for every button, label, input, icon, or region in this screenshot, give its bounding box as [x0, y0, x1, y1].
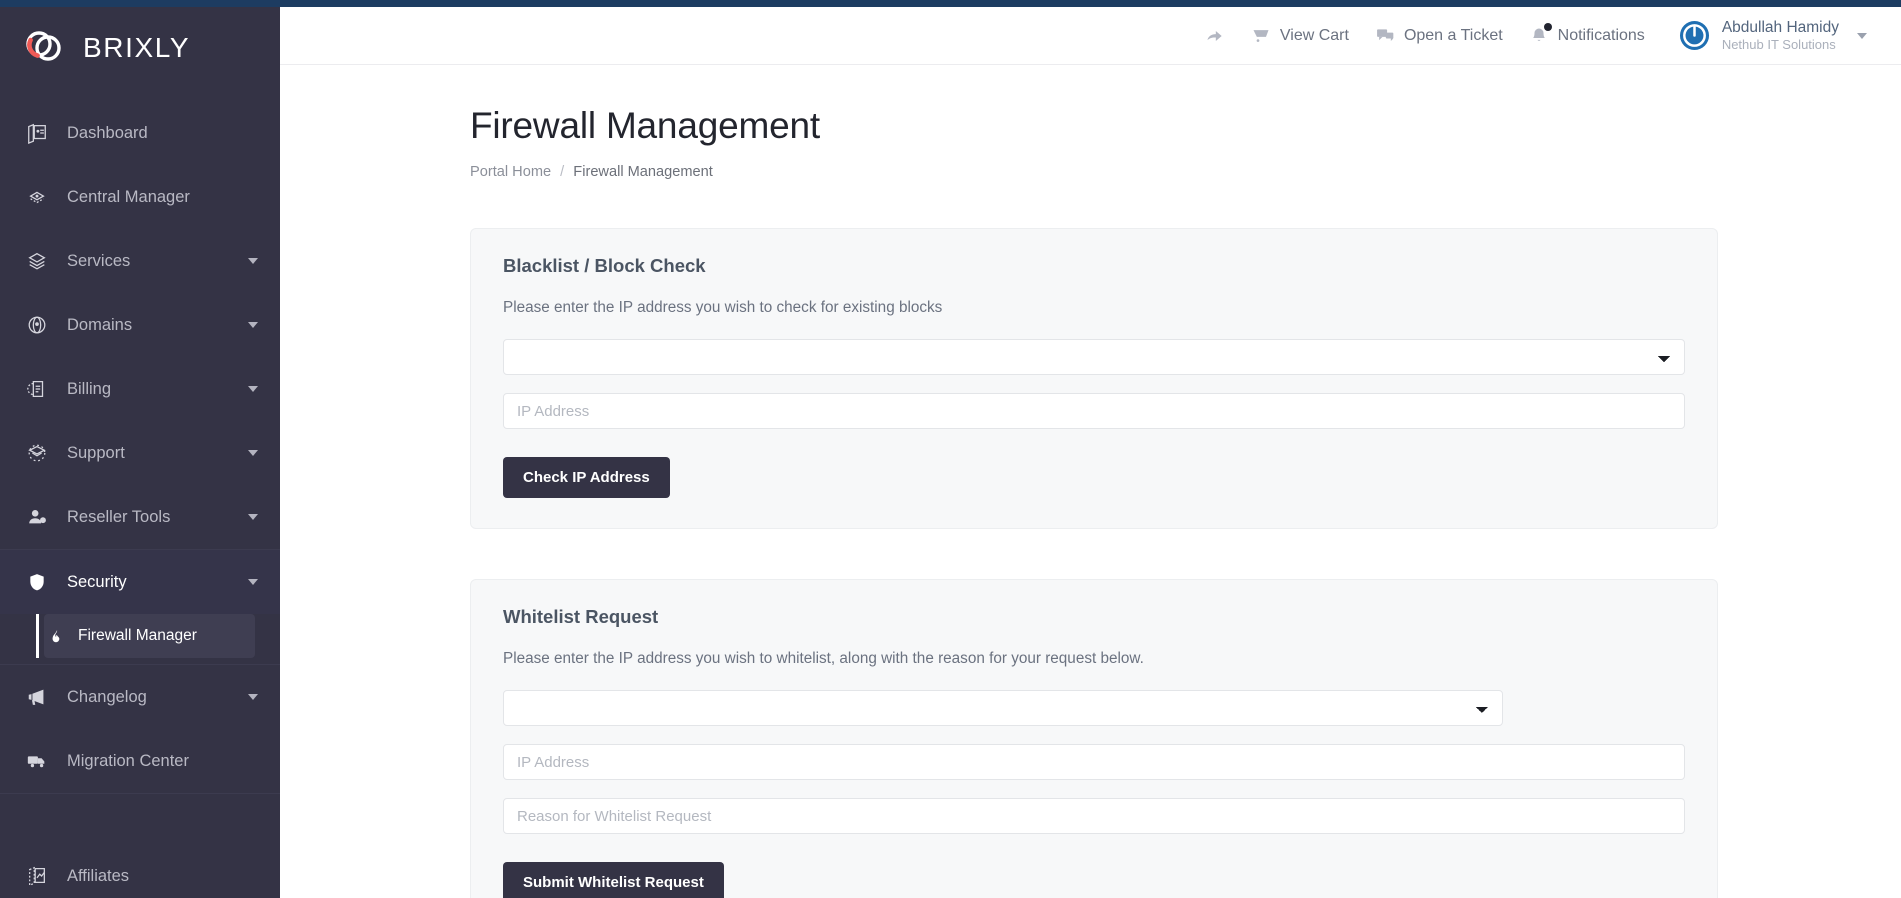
whitelist-request-card: Whitelist Request Please enter the IP ad…: [470, 579, 1718, 898]
sidebar-nav: Dashboard Central Manager Services Domai…: [0, 95, 280, 898]
user-company: Nethub IT Solutions: [1721, 37, 1836, 53]
breadcrumb-portal-home[interactable]: Portal Home: [470, 164, 551, 180]
card-description: Please enter the IP address you wish to …: [503, 299, 943, 316]
sidebar-item-label: Services: [67, 251, 131, 270]
whitelist-ip-input[interactable]: [503, 744, 1685, 780]
megaphone-icon: [22, 686, 52, 708]
cart-icon: [1251, 26, 1271, 46]
share-arrow-icon: [1205, 26, 1225, 46]
top-header: View Cart Open a Ticket Notifications Ab…: [280, 7, 1901, 65]
chevron-down-icon: [248, 694, 258, 700]
shield-icon: [22, 572, 52, 592]
card-title: Blacklist / Block Check: [503, 255, 706, 276]
chevron-down-icon: [248, 579, 258, 585]
user-menu[interactable]: Abdullah Hamidy Nethub IT Solutions: [1679, 18, 1867, 54]
chevron-down-icon: [248, 322, 258, 328]
blacklist-ip-input[interactable]: [503, 393, 1685, 429]
truck-icon: [22, 750, 52, 772]
sidebar-item-label: Support: [67, 443, 125, 462]
sidebar-item-domains[interactable]: Domains: [0, 293, 280, 357]
notification-dot: [1543, 22, 1552, 31]
view-cart-button[interactable]: View Cart: [1251, 26, 1349, 46]
sidebar-item-label: Changelog: [67, 687, 147, 706]
card-title: Whitelist Request: [503, 606, 659, 627]
sidebar-item-label: Central Manager: [67, 187, 190, 206]
whitelist-reason-input[interactable]: [503, 798, 1685, 834]
sidebar-item-firewall-manager[interactable]: Firewall Manager: [36, 614, 255, 658]
sidebar-item-changelog[interactable]: Changelog: [0, 665, 280, 729]
chevron-down-icon: [248, 514, 258, 520]
sidebar-item-affiliates[interactable]: Affiliates: [0, 844, 280, 898]
avatar: [1679, 20, 1710, 51]
sidebar-item-label: Reseller Tools: [67, 507, 171, 526]
sidebar-item-reseller-tools[interactable]: Reseller Tools: [0, 485, 280, 549]
open-ticket-label: Open a Ticket: [1403, 26, 1503, 44]
whitelist-service-select[interactable]: [503, 690, 1503, 726]
sidebar-item-support[interactable]: Support: [0, 421, 280, 485]
box-icon: [22, 250, 52, 272]
sidebar-item-label: Domains: [67, 315, 133, 334]
breadcrumb-separator: /: [560, 164, 565, 180]
sidebar-item-billing[interactable]: Billing: [0, 357, 280, 421]
chat-icon: [1375, 26, 1395, 46]
breadcrumb: Portal Home / Firewall Management: [470, 164, 1901, 180]
chevron-down-icon: [248, 386, 258, 392]
user-tag-icon: [22, 506, 52, 528]
chevron-down-icon: [248, 450, 258, 456]
affiliates-icon: [22, 865, 52, 887]
globe-icon: [22, 314, 52, 336]
notifications-label: Notifications: [1557, 26, 1645, 44]
top-accent-strip: [0, 0, 1901, 7]
user-info: Abdullah Hamidy Nethub IT Solutions: [1722, 18, 1839, 54]
brand-name: BRIXLY: [83, 31, 191, 63]
sidebar-item-label: Affiliates: [67, 866, 130, 885]
brixly-rings-logo-icon: [26, 28, 72, 68]
view-cart-label: View Cart: [1279, 26, 1349, 44]
sidebar-item-label: Security: [67, 572, 127, 591]
share-button[interactable]: [1205, 26, 1225, 46]
card-description: Please enter the IP address you wish to …: [503, 650, 1144, 667]
blacklist-check-card: Blacklist / Block Check Please enter the…: [470, 228, 1718, 529]
sidebar-item-label: Billing: [67, 379, 112, 398]
sidebar-item-label: Dashboard: [67, 123, 148, 142]
fire-icon: [44, 628, 70, 644]
notifications-button[interactable]: Notifications: [1529, 22, 1645, 46]
check-ip-address-button[interactable]: Check IP Address: [503, 457, 670, 498]
sidebar: BRIXLY Dashboard Central Manager Service…: [0, 0, 280, 898]
sidebar-item-services[interactable]: Services: [0, 229, 280, 293]
layers-icon: [22, 186, 52, 208]
brand-logo[interactable]: BRIXLY: [0, 0, 280, 95]
sidebar-item-security[interactable]: Security: [0, 550, 280, 614]
main-content: Firewall Management Portal Home / Firewa…: [280, 65, 1901, 898]
page-header: Firewall Management Portal Home / Firewa…: [280, 65, 1901, 180]
bell-icon: [1529, 22, 1552, 46]
sidebar-submenu-security: Firewall Manager: [0, 614, 280, 664]
blacklist-service-select[interactable]: [503, 339, 1685, 375]
sidebar-item-label: Migration Center: [67, 751, 189, 770]
page-title: Firewall Management: [470, 105, 820, 146]
sidebar-item-central-manager[interactable]: Central Manager: [0, 165, 280, 229]
breadcrumb-current: Firewall Management: [573, 164, 713, 180]
chevron-down-icon: [1857, 32, 1867, 39]
submit-whitelist-request-button[interactable]: Submit Whitelist Request: [503, 862, 724, 898]
lifebuoy-icon: [22, 442, 52, 464]
sidebar-item-migration-center[interactable]: Migration Center: [0, 729, 280, 793]
open-ticket-button[interactable]: Open a Ticket: [1375, 26, 1503, 46]
user-name: Abdullah Hamidy: [1721, 18, 1839, 36]
dashboard-icon: [22, 122, 52, 144]
sidebar-item-dashboard[interactable]: Dashboard: [0, 101, 280, 165]
invoice-icon: [22, 378, 52, 400]
chevron-down-icon: [248, 258, 258, 264]
sidebar-subitem-label: Firewall Manager: [78, 627, 197, 644]
